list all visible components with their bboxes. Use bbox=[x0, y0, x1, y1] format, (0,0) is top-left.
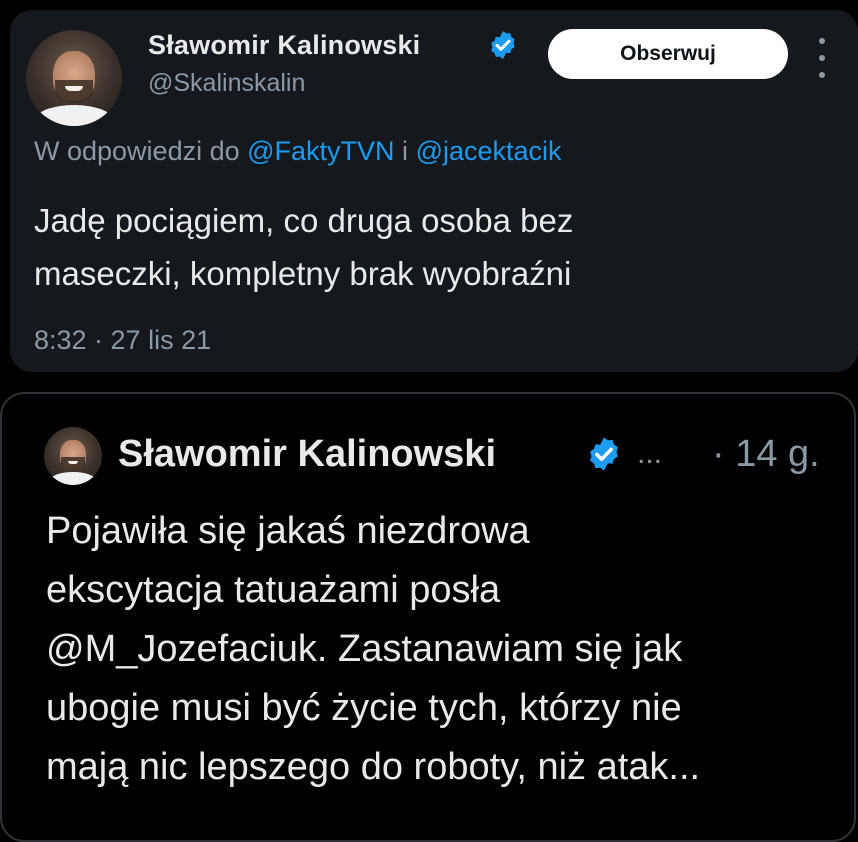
tweet-text-line: maseczki, kompletny brak wyobraźni bbox=[34, 255, 572, 292]
quoted-text-line: ubogie musi być życie tych, którzy nie bbox=[46, 687, 682, 729]
reply-mention-faktytvn[interactable]: @FaktyTVN bbox=[247, 136, 394, 166]
tweet-timestamp[interactable]: 8:32 · 27 lis 21 bbox=[34, 325, 211, 356]
quoted-tweet-age[interactable]: · 14 g. bbox=[712, 433, 820, 476]
quoted-text-line: Pojawiła się jakaś niezdrowa bbox=[46, 510, 530, 552]
reply-mention-jacektacik[interactable]: @jacektacik bbox=[416, 136, 562, 166]
quoted-author-avatar[interactable] bbox=[44, 427, 102, 485]
reply-context: W odpowiedzi do @FaktyTVN i @jacektacik bbox=[34, 136, 562, 167]
reply-prefix: W odpowiedzi do bbox=[34, 136, 248, 166]
avatar-smile bbox=[65, 85, 83, 92]
avatar-shirt bbox=[49, 472, 97, 485]
author-avatar[interactable] bbox=[26, 30, 122, 126]
author-name[interactable]: Sławomir Kalinowski bbox=[148, 30, 420, 61]
quoted-handle-truncated: ... bbox=[637, 437, 663, 470]
follow-button[interactable]: Obserwuj bbox=[548, 29, 788, 79]
reply-joiner: i bbox=[394, 136, 416, 166]
tweet-text: Jadę pociągiem, co druga osoba bez masec… bbox=[34, 194, 794, 300]
avatar-beard bbox=[54, 79, 94, 103]
author-handle[interactable]: @Skalinskalin bbox=[148, 69, 305, 98]
verified-badge-icon bbox=[585, 435, 623, 478]
verified-badge-icon bbox=[487, 29, 519, 66]
more-vertical-icon[interactable] bbox=[812, 38, 832, 78]
quoted-tweet-text: Pojawiła się jakaś niezdrowa ekscytacja … bbox=[46, 502, 846, 797]
quoted-text-line: @M_Jozefaciuk. Zastanawiam się jak bbox=[46, 628, 683, 670]
tweet-text-line: Jadę pociągiem, co druga osoba bez bbox=[34, 202, 574, 239]
quoted-text-line: ekscytacja tatuażami posła bbox=[46, 569, 501, 611]
avatar-shirt bbox=[35, 104, 113, 126]
avatar-beard bbox=[61, 457, 85, 472]
quoted-author-name[interactable]: Sławomir Kalinowski bbox=[118, 433, 496, 476]
quoted-text-line: mają nic lepszego do roboty, niż atak... bbox=[46, 746, 701, 788]
